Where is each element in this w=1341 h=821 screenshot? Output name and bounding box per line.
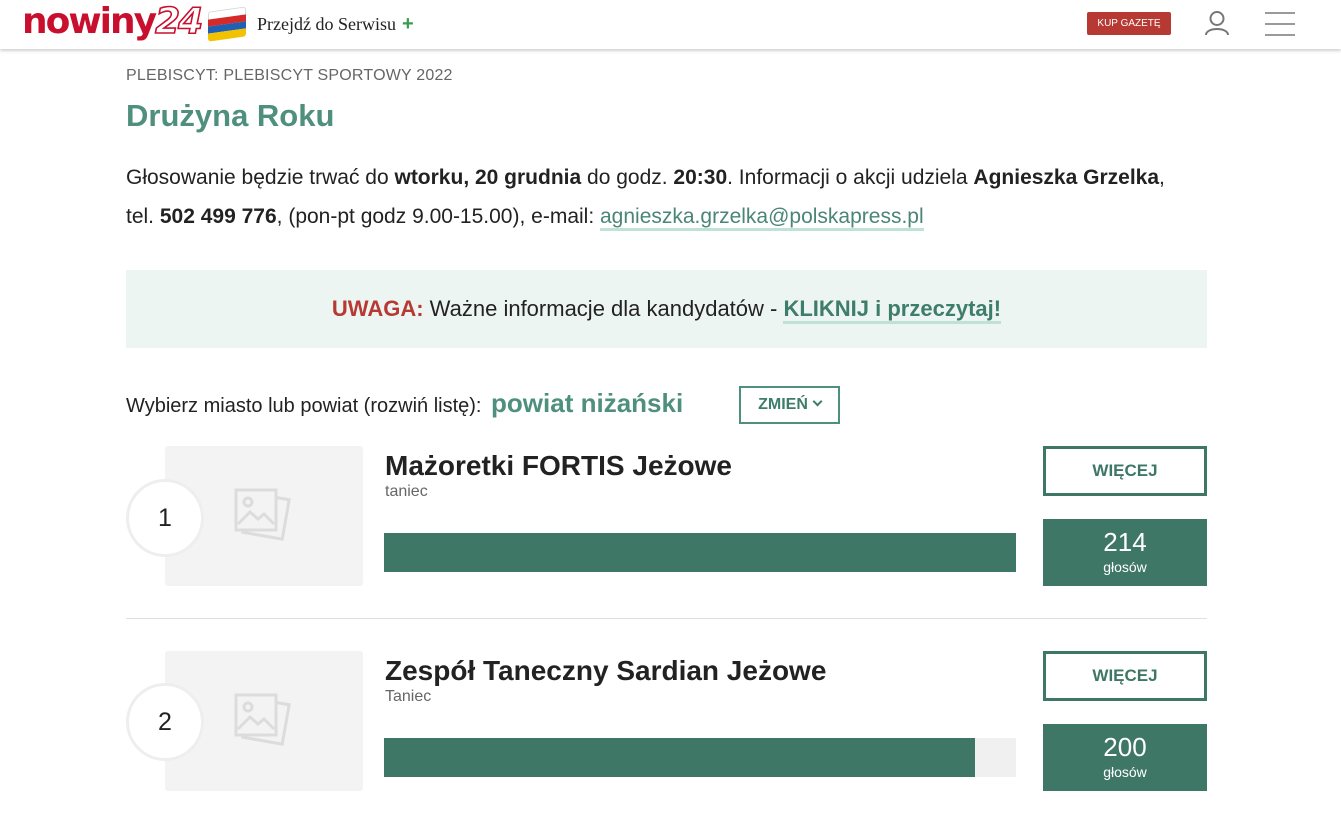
- selected-region: powiat niżański: [491, 388, 684, 418]
- vote-count-label: głosów: [1103, 559, 1147, 575]
- change-region-label: ZMIEŃ: [758, 396, 808, 413]
- vote-count-box[interactable]: 200 głosów: [1043, 724, 1207, 791]
- candidate-name[interactable]: Mażoretki FORTIS Jeżowe: [385, 450, 732, 482]
- notice-link[interactable]: KLIKNIJ i przeczytaj!: [783, 296, 1002, 324]
- notice-banner: UWAGA: Ważne informacje dla kandydatów -…: [126, 270, 1207, 348]
- more-button[interactable]: WIĘCEJ: [1043, 651, 1207, 701]
- region-chooser-label: Wybierz miasto lub powiat (rozwiń listę)…: [126, 395, 482, 417]
- more-button[interactable]: WIĘCEJ: [1043, 446, 1207, 496]
- vote-bar: [384, 738, 1016, 777]
- candidate-category: Taniec: [385, 688, 432, 705]
- flag-icon: [208, 6, 246, 42]
- hamburger-menu-icon[interactable]: [1265, 12, 1295, 36]
- site-header: nowiny24 Przejdź do Serwisu + KUP GAZETĘ: [0, 0, 1341, 49]
- voting-info: Głosowanie będzie trwać do wtorku, 20 gr…: [126, 158, 1186, 236]
- candidate-row: 2 Zespół Taneczny Sardian Jeżowe Taniec …: [126, 651, 1207, 801]
- page-title: Drużyna Roku: [126, 98, 335, 133]
- vote-count-label: głosów: [1103, 764, 1147, 780]
- vote-count-box[interactable]: 214 głosów: [1043, 519, 1207, 586]
- change-region-button[interactable]: ZMIEŃ: [739, 386, 840, 424]
- vote-bar: [384, 533, 1016, 572]
- vote-count: 214: [1103, 527, 1147, 557]
- site-logo[interactable]: nowiny24: [22, 1, 204, 43]
- notice-text: Ważne informacje dla kandydatów -: [423, 296, 784, 321]
- rank-badge: 1: [126, 479, 204, 557]
- contact-email-link[interactable]: agnieszka.grzelka@polskapress.pl: [600, 205, 924, 231]
- goto-service-link[interactable]: Przejdź do Serwisu +: [257, 13, 414, 36]
- region-chooser: Wybierz miasto lub powiat (rozwiń listę)…: [126, 384, 683, 422]
- notice-warning: UWAGA:: [331, 296, 424, 321]
- image-placeholder-icon: [234, 693, 291, 746]
- plus-icon: +: [401, 13, 414, 35]
- image-placeholder-icon: [234, 488, 291, 541]
- row-divider: [126, 618, 1207, 619]
- candidate-name[interactable]: Zespół Taneczny Sardian Jeżowe: [385, 655, 826, 687]
- rank-badge: 2: [126, 683, 204, 761]
- vote-bar-fill: [384, 533, 1016, 572]
- candidate-row: 1 Mażoretki FORTIS Jeżowe taniec WIĘCEJ …: [126, 446, 1207, 596]
- goto-service-label: Przejdź do Serwisu: [257, 14, 396, 34]
- candidate-category: taniec: [385, 483, 428, 500]
- user-icon[interactable]: [1204, 10, 1230, 36]
- vote-bar-fill: [384, 738, 975, 777]
- breadcrumb: PLEBISCYT: PLEBISCYT SPORTOWY 2022: [126, 67, 453, 84]
- logo-number: 24: [154, 1, 204, 43]
- vote-count: 200: [1103, 732, 1147, 762]
- buy-newspaper-button[interactable]: KUP GAZETĘ: [1087, 12, 1171, 35]
- logo-name: nowiny: [22, 1, 157, 42]
- chevron-down-icon: [812, 396, 823, 407]
